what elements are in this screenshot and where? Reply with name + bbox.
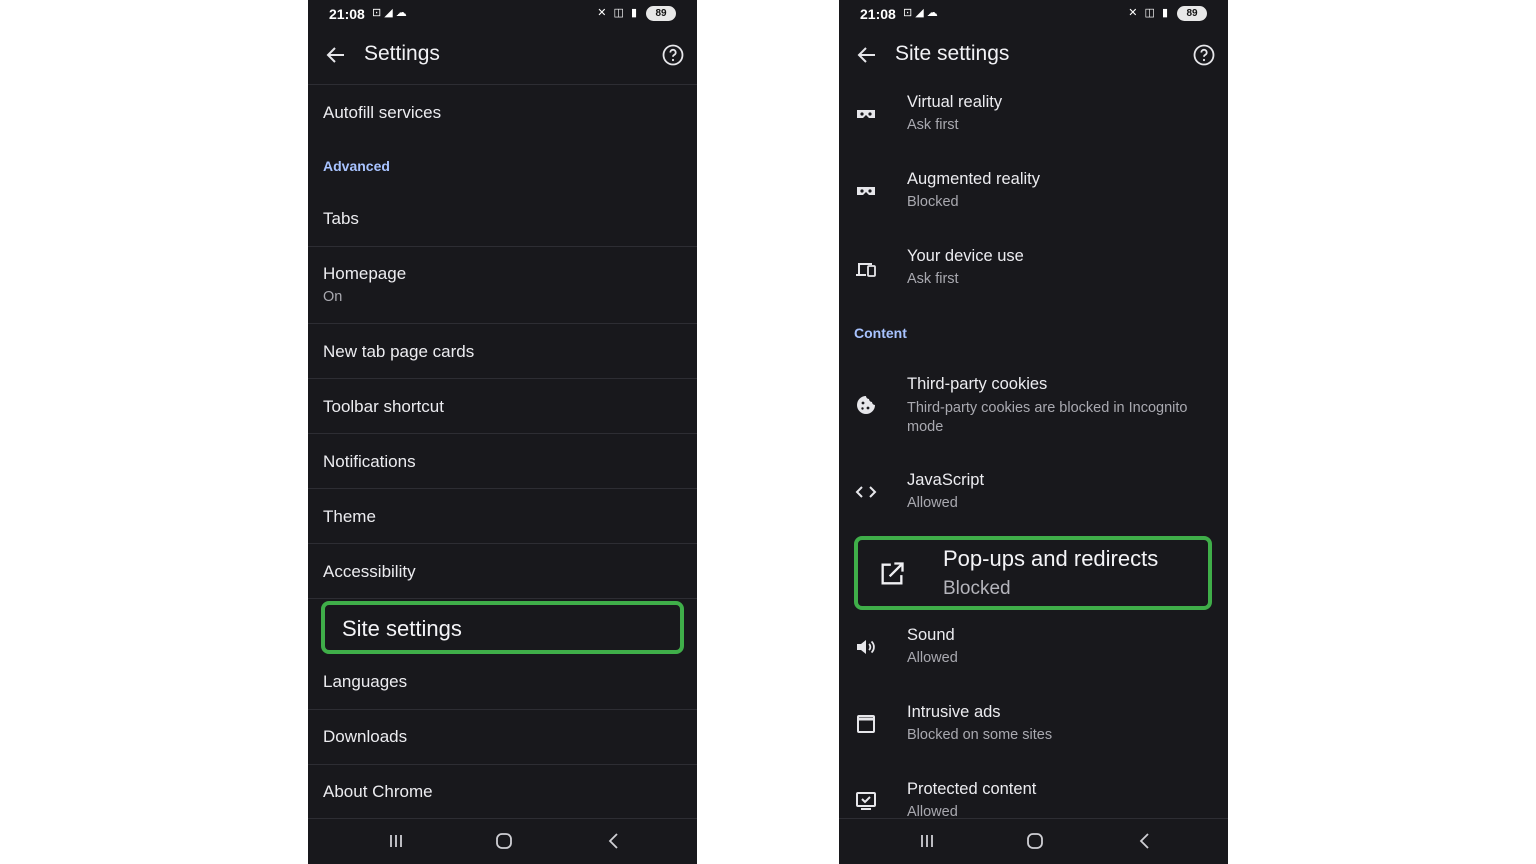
- item-label: Autofill services: [323, 103, 442, 122]
- app-bar: Settings: [308, 28, 697, 85]
- battery-indicator: 89: [1177, 6, 1207, 21]
- site-setting-virtual-reality[interactable]: Virtual reality Ask first: [839, 86, 1228, 162]
- battery-indicator: 89: [646, 6, 676, 21]
- settings-item-notifications[interactable]: Notifications: [308, 434, 697, 489]
- settings-item-accessibility[interactable]: Accessibility: [308, 544, 697, 599]
- site-setting-popups-redirects[interactable]: Pop-ups and redirects Blocked: [854, 536, 1212, 610]
- site-setting-protected-content[interactable]: Protected content Allowed: [839, 768, 1228, 820]
- site-setting-device-use[interactable]: Your device use Ask first: [839, 240, 1228, 316]
- settings-item-site-settings[interactable]: Site settings: [308, 599, 697, 655]
- item-label: Languages: [323, 672, 408, 691]
- item-label: Tabs: [323, 209, 359, 228]
- settings-item-languages[interactable]: Languages: [308, 655, 697, 710]
- setting-status: Third-party cookies are blocked in Incog…: [907, 400, 1188, 435]
- setting-status: Blocked on some sites: [907, 727, 1053, 743]
- section-header-advanced: Advanced: [308, 140, 697, 190]
- section-label: Content: [854, 325, 907, 341]
- site-setting-intrusive-ads[interactable]: Intrusive ads Blocked on some sites: [839, 691, 1228, 767]
- setting-title: Virtual reality: [907, 93, 1003, 111]
- section-label: Advanced: [323, 158, 390, 174]
- site-setting-javascript[interactable]: JavaScript Allowed: [839, 458, 1228, 534]
- devices-icon: [856, 263, 876, 277]
- help-icon[interactable]: [1192, 43, 1216, 67]
- item-label: Downloads: [323, 727, 408, 746]
- setting-title: Third-party cookies: [907, 375, 1048, 393]
- status-signal-icons: ✕ ◫ ▮: [1128, 7, 1170, 19]
- status-notification-icons: ⊡ ◢ ☁: [372, 7, 407, 19]
- item-label: Notifications: [323, 452, 416, 471]
- status-notification-icons: ⊡ ◢ ☁: [903, 7, 938, 19]
- nav-back-icon[interactable]: [604, 831, 624, 851]
- settings-item-new-tab-cards[interactable]: New tab page cards: [308, 324, 697, 379]
- ar-headset-icon: [857, 187, 875, 195]
- item-label: About Chrome: [323, 782, 433, 801]
- settings-item-downloads[interactable]: Downloads: [308, 710, 697, 765]
- settings-item-about-chrome[interactable]: About Chrome: [308, 765, 697, 820]
- site-setting-sound[interactable]: Sound Allowed: [839, 614, 1228, 690]
- setting-status: Ask first: [907, 117, 959, 133]
- recent-apps-icon[interactable]: [386, 831, 406, 851]
- item-label: Homepage: [323, 264, 407, 283]
- setting-title: Intrusive ads: [907, 703, 1001, 721]
- recent-apps-icon[interactable]: [917, 831, 937, 851]
- vr-headset-icon: [857, 110, 875, 118]
- setting-title: Your device use: [907, 247, 1024, 265]
- item-sublabel: On: [323, 289, 343, 305]
- cookie-icon: [857, 396, 875, 414]
- setting-title: Protected content: [907, 780, 1037, 798]
- status-signal-icons: ✕ ◫ ▮: [597, 7, 639, 19]
- home-icon[interactable]: [1025, 831, 1045, 851]
- app-bar: Site settings: [839, 28, 1228, 84]
- setting-title: Pop-ups and redirects: [943, 546, 1159, 571]
- back-arrow-icon[interactable]: [324, 43, 348, 67]
- nav-back-icon[interactable]: [1135, 831, 1155, 851]
- site-settings-screen: 21:08 ⊡ ◢ ☁ ✕ ◫ ▮ 89 Site settings Virtu…: [839, 0, 1228, 864]
- setting-status: Ask first: [907, 271, 959, 287]
- item-label: Accessibility: [323, 562, 416, 581]
- window-icon: [857, 715, 875, 733]
- status-time: 21:08: [329, 6, 365, 22]
- site-setting-augmented-reality[interactable]: Augmented reality Blocked: [839, 163, 1228, 239]
- item-label: Toolbar shortcut: [323, 397, 444, 416]
- setting-title: Augmented reality: [907, 170, 1040, 188]
- system-nav-bar: [308, 818, 697, 864]
- highlight-box: Site settings: [321, 601, 684, 654]
- settings-item-theme[interactable]: Theme: [308, 489, 697, 544]
- setting-title: Sound: [907, 626, 955, 644]
- speaker-icon: [857, 640, 875, 654]
- settings-item-toolbar-shortcut[interactable]: Toolbar shortcut: [308, 379, 697, 434]
- status-bar: 21:08 ⊡ ◢ ☁ ✕ ◫ ▮ 89: [308, 0, 697, 28]
- settings-item-autofill[interactable]: Autofill services: [308, 85, 697, 140]
- setting-status: Blocked: [943, 578, 1011, 599]
- settings-item-tabs[interactable]: Tabs: [308, 190, 697, 247]
- setting-status: Allowed: [907, 650, 958, 666]
- page-title: Site settings: [895, 42, 1010, 65]
- settings-screen: 21:08 ⊡ ◢ ☁ ✕ ◫ ▮ 89 Settings Autofill s…: [308, 0, 697, 864]
- site-setting-third-party-cookies[interactable]: Third-party cookies Third-party cookies …: [839, 362, 1228, 450]
- item-label: New tab page cards: [323, 342, 475, 361]
- back-arrow-icon[interactable]: [855, 43, 879, 67]
- system-nav-bar: [839, 818, 1228, 864]
- settings-item-homepage[interactable]: Homepage On: [308, 247, 697, 324]
- section-header-content: Content: [839, 316, 1228, 361]
- item-label: Theme: [323, 507, 376, 526]
- setting-title: JavaScript: [907, 471, 985, 489]
- code-icon: [855, 486, 877, 498]
- status-time: 21:08: [860, 6, 896, 22]
- page-title: Settings: [364, 42, 440, 65]
- status-bar: 21:08 ⊡ ◢ ☁ ✕ ◫ ▮ 89: [839, 0, 1228, 28]
- protected-content-icon: [856, 792, 876, 810]
- item-label: Site settings: [342, 616, 462, 641]
- setting-status: Blocked: [907, 194, 959, 210]
- home-icon[interactable]: [494, 831, 514, 851]
- setting-status: Allowed: [907, 495, 958, 511]
- help-icon[interactable]: [661, 43, 685, 67]
- open-external-icon: [881, 562, 904, 585]
